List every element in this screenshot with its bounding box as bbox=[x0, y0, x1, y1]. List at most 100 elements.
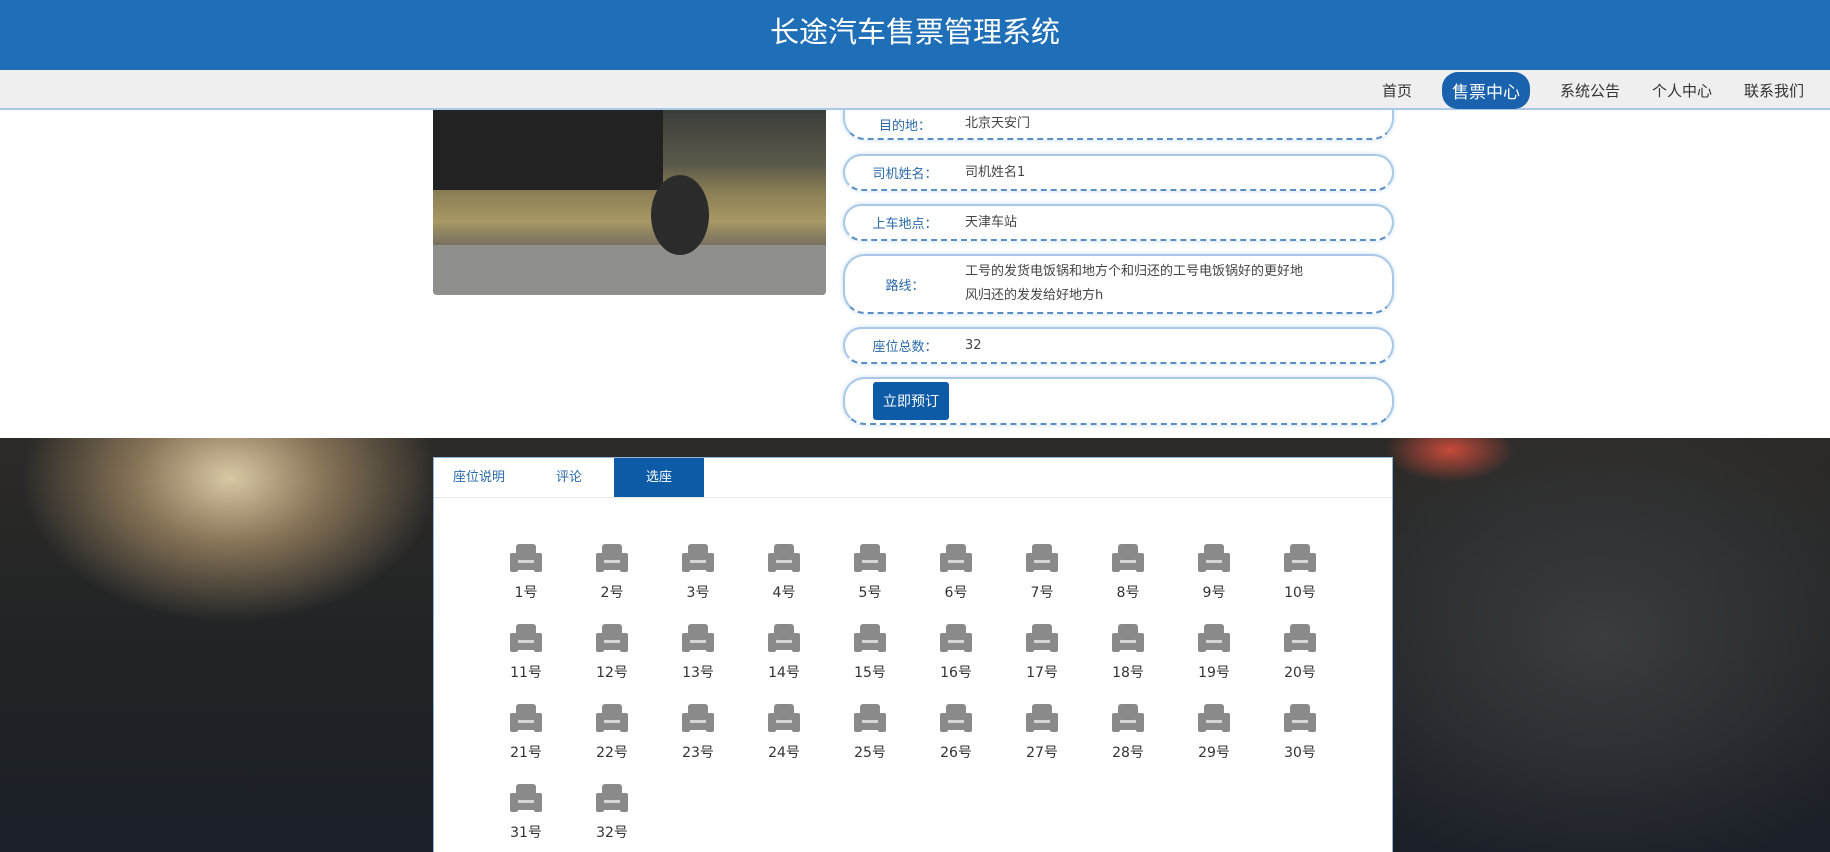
seat-icon bbox=[1112, 544, 1144, 572]
seat-label: 10号 bbox=[1284, 585, 1316, 601]
seat-icon bbox=[1198, 704, 1230, 732]
seat-label: 13号 bbox=[682, 665, 714, 681]
seat-icon bbox=[1284, 704, 1316, 732]
seat-16[interactable]: 16号 bbox=[926, 624, 986, 682]
seat-icon bbox=[596, 624, 628, 652]
bus-photo bbox=[433, 110, 826, 295]
seat-1[interactable]: 1号 bbox=[496, 544, 556, 602]
seat-label: 22号 bbox=[596, 745, 628, 761]
seat-17[interactable]: 17号 bbox=[1012, 624, 1072, 682]
seat-25[interactable]: 25号 bbox=[840, 704, 900, 762]
destination-row: 目的地： 北京天安门 bbox=[843, 110, 1394, 140]
seat-6[interactable]: 6号 bbox=[926, 544, 986, 602]
tab-panel: 座位说明 评论 选座 1号 2号 3号 4号 5号 6号 7号 8号 9号 10号 11号 12号 13… bbox=[433, 457, 1393, 852]
seat-label: 24号 bbox=[768, 745, 800, 761]
seat-4[interactable]: 4号 bbox=[754, 544, 814, 602]
seat-total-row: 座位总数： 32 bbox=[843, 327, 1394, 364]
seat-icon bbox=[1112, 624, 1144, 652]
seat-icon bbox=[510, 544, 542, 572]
seat-26[interactable]: 26号 bbox=[926, 704, 986, 762]
seat-3[interactable]: 3号 bbox=[668, 544, 728, 602]
seat-24[interactable]: 24号 bbox=[754, 704, 814, 762]
seat-icon bbox=[1198, 544, 1230, 572]
seat-icon bbox=[682, 544, 714, 572]
bus-detail-section: 目的地： 北京天安门 司机姓名： 司机姓名1 上车地点： 天津车站 路线： 工号的发货电… bbox=[0, 110, 1830, 438]
seat-14[interactable]: 14号 bbox=[754, 624, 814, 682]
seat-icon bbox=[682, 704, 714, 732]
seat-27[interactable]: 27号 bbox=[1012, 704, 1072, 762]
seat-label: 32号 bbox=[596, 825, 628, 841]
tab-select-seat[interactable]: 选座 bbox=[614, 458, 704, 497]
seat-label: 6号 bbox=[944, 585, 968, 601]
seat-icon bbox=[768, 624, 800, 652]
seat-20[interactable]: 20号 bbox=[1270, 624, 1330, 682]
seat-23[interactable]: 23号 bbox=[668, 704, 728, 762]
seat-icon bbox=[1026, 544, 1058, 572]
seat-28[interactable]: 28号 bbox=[1098, 704, 1158, 762]
tab-seat-info[interactable]: 座位说明 bbox=[434, 458, 524, 497]
seat-icon bbox=[1284, 544, 1316, 572]
seat-label: 28号 bbox=[1112, 745, 1144, 761]
seat-label: 17号 bbox=[1026, 665, 1058, 681]
nav-home[interactable]: 首页 bbox=[1382, 76, 1412, 105]
seat-label: 5号 bbox=[858, 585, 882, 601]
seat-label: 29号 bbox=[1198, 745, 1230, 761]
seat-2[interactable]: 2号 bbox=[582, 544, 642, 602]
seat-13[interactable]: 13号 bbox=[668, 624, 728, 682]
seat-icon bbox=[510, 704, 542, 732]
seat-21[interactable]: 21号 bbox=[496, 704, 556, 762]
seat-9[interactable]: 9号 bbox=[1184, 544, 1244, 602]
seat-5[interactable]: 5号 bbox=[840, 544, 900, 602]
seat-label: 19号 bbox=[1198, 665, 1230, 681]
nav-contact[interactable]: 联系我们 bbox=[1744, 76, 1804, 105]
seat-label: 8号 bbox=[1116, 585, 1140, 601]
seat-label: 12号 bbox=[596, 665, 628, 681]
seat-label: 26号 bbox=[940, 745, 972, 761]
seat-icon bbox=[596, 544, 628, 572]
book-now-button[interactable]: 立即预订 bbox=[873, 382, 949, 420]
seat-30[interactable]: 30号 bbox=[1270, 704, 1330, 762]
seat-label: 18号 bbox=[1112, 665, 1144, 681]
seat-32[interactable]: 32号 bbox=[582, 784, 642, 842]
seat-11[interactable]: 11号 bbox=[496, 624, 556, 682]
seat-label: 7号 bbox=[1030, 585, 1054, 601]
seat-label: 4号 bbox=[772, 585, 796, 601]
nav-personal-center[interactable]: 个人中心 bbox=[1652, 76, 1712, 105]
seat-label: 27号 bbox=[1026, 745, 1058, 761]
tab-comments[interactable]: 评论 bbox=[524, 458, 614, 497]
seat-icon bbox=[768, 544, 800, 572]
seat-icon bbox=[1198, 624, 1230, 652]
seat-icon bbox=[510, 624, 542, 652]
seat-label: 3号 bbox=[686, 585, 710, 601]
seat-icon bbox=[768, 704, 800, 732]
seat-15[interactable]: 15号 bbox=[840, 624, 900, 682]
site-header: 长途汽车售票管理系统 bbox=[0, 0, 1830, 70]
seat-label: 23号 bbox=[682, 745, 714, 761]
seat-label: 21号 bbox=[510, 745, 542, 761]
seat-label: 1号 bbox=[514, 585, 538, 601]
seat-icon bbox=[510, 784, 542, 812]
seat-icon bbox=[596, 704, 628, 732]
seat-icon bbox=[854, 704, 886, 732]
seat-label: 14号 bbox=[768, 665, 800, 681]
nav-announcements[interactable]: 系统公告 bbox=[1560, 76, 1620, 105]
seat-label: 15号 bbox=[854, 665, 886, 681]
seat-19[interactable]: 19号 bbox=[1184, 624, 1244, 682]
seat-10[interactable]: 10号 bbox=[1270, 544, 1330, 602]
seat-icon bbox=[854, 544, 886, 572]
seat-label: 9号 bbox=[1202, 585, 1226, 601]
nav-ticket-center[interactable]: 售票中心 bbox=[1441, 71, 1530, 109]
seat-icon bbox=[1112, 704, 1144, 732]
seat-icon bbox=[1026, 704, 1058, 732]
seat-31[interactable]: 31号 bbox=[496, 784, 556, 842]
boarding-row: 上车地点： 天津车站 bbox=[843, 204, 1394, 241]
seat-label: 25号 bbox=[854, 745, 886, 761]
seat-icon bbox=[854, 624, 886, 652]
seat-7[interactable]: 7号 bbox=[1012, 544, 1072, 602]
seat-22[interactable]: 22号 bbox=[582, 704, 642, 762]
seat-18[interactable]: 18号 bbox=[1098, 624, 1158, 682]
seat-12[interactable]: 12号 bbox=[582, 624, 642, 682]
seat-icon bbox=[682, 624, 714, 652]
seat-29[interactable]: 29号 bbox=[1184, 704, 1244, 762]
seat-8[interactable]: 8号 bbox=[1098, 544, 1158, 602]
